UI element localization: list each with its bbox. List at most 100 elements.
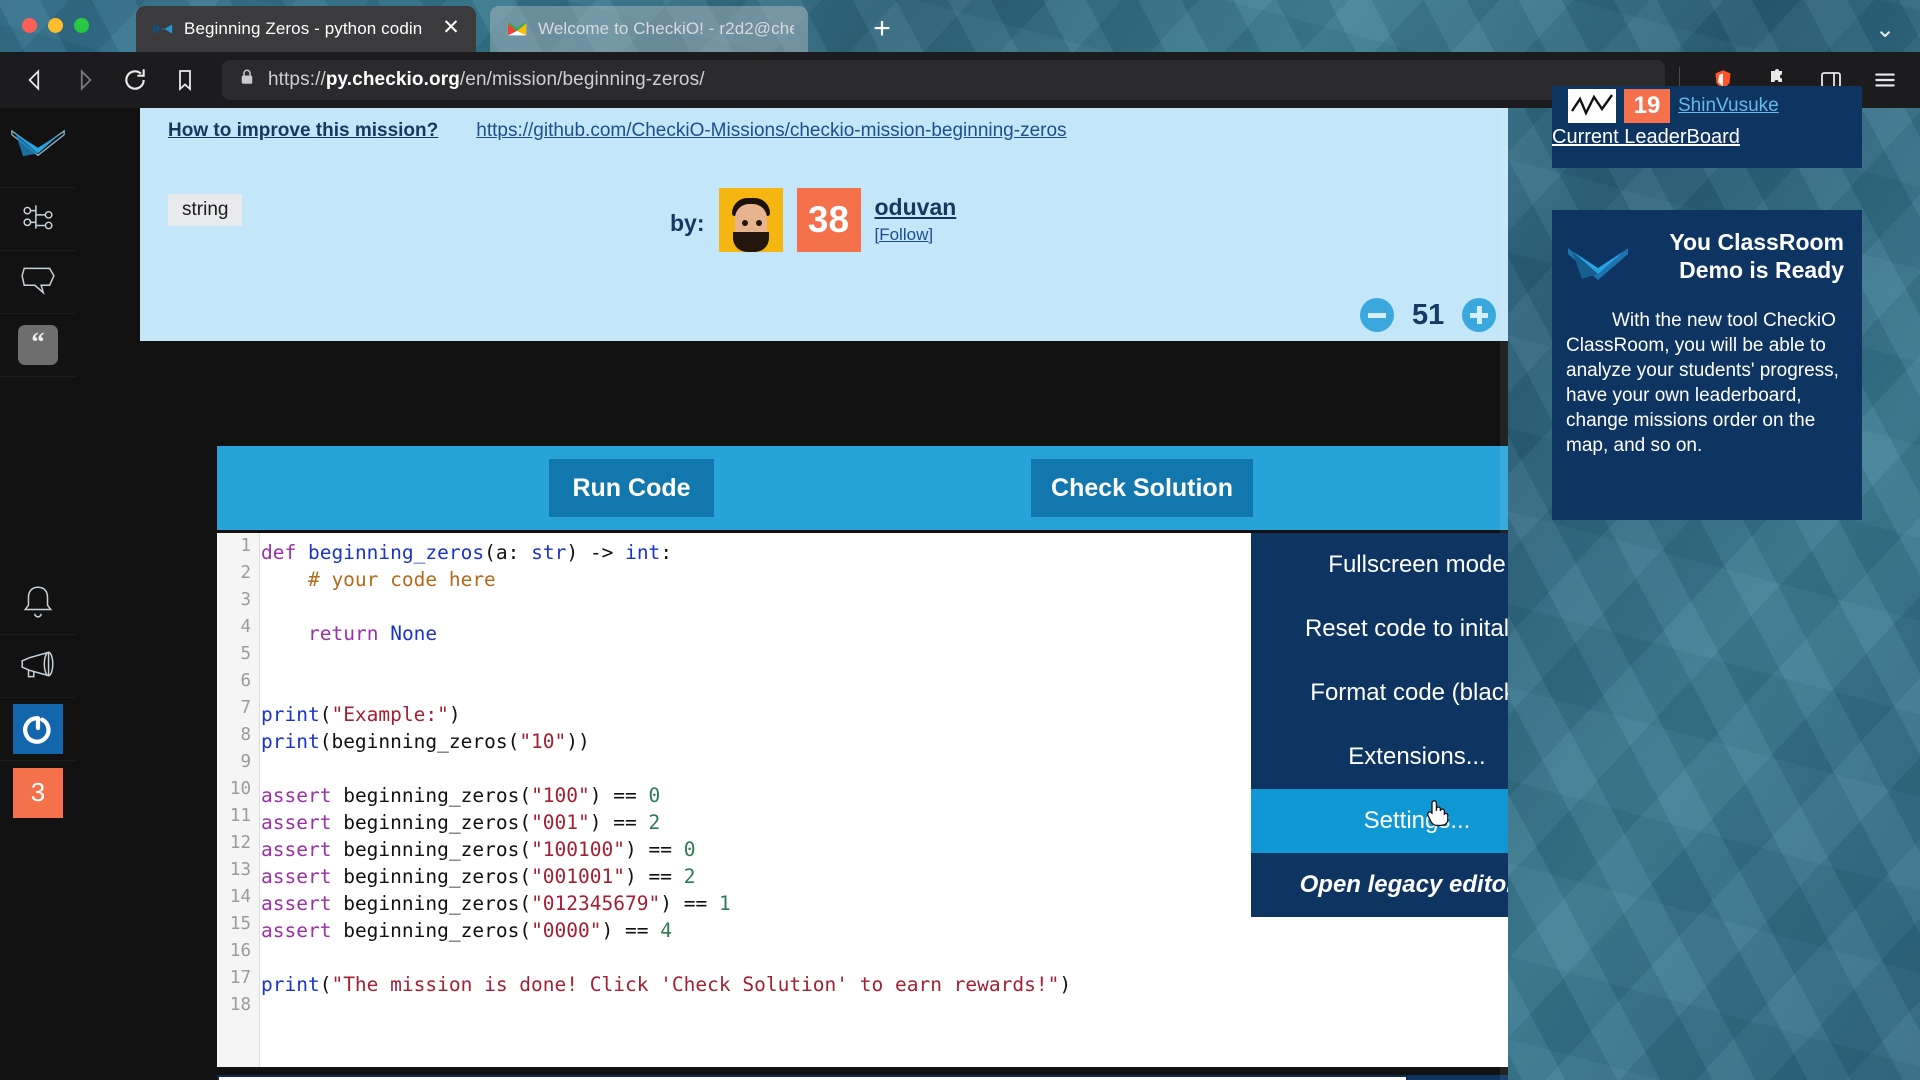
- sidebar-item-power[interactable]: [0, 698, 76, 761]
- sidebar-item-quote[interactable]: “: [0, 314, 76, 377]
- code-line[interactable]: [261, 998, 1508, 1025]
- url-text: https://py.checkio.org/en/mission/beginn…: [268, 69, 705, 90]
- line-number: 8: [240, 725, 251, 745]
- menu-item-5[interactable]: Open legacy editor...: [1251, 853, 1508, 917]
- browser-tab-inactive[interactable]: Welcome to CheckiO! - r2d2@chec: [490, 6, 808, 52]
- maximize-window-button[interactable]: [74, 18, 89, 33]
- vote-count: 51: [1412, 298, 1445, 331]
- address-bar[interactable]: https://py.checkio.org/en/mission/beginn…: [222, 60, 1665, 100]
- mission-header: How to improve this mission? https://git…: [140, 108, 1508, 341]
- improve-mission-link[interactable]: https://github.com/CheckiO-Missions/chec…: [476, 120, 1066, 142]
- run-code-button[interactable]: Run Code: [549, 459, 714, 517]
- browser-tab-active[interactable]: Beginning Zeros - python codin ✕: [136, 6, 476, 52]
- bell-icon: [21, 583, 55, 624]
- author-level-badge: 38: [796, 188, 861, 252]
- new-tab-button[interactable]: +: [866, 14, 898, 46]
- sidebar-item-announcements[interactable]: [0, 635, 76, 698]
- avatar[interactable]: [718, 188, 783, 252]
- gmail-favicon-icon: [506, 18, 528, 40]
- exec-button[interactable]: exec: [1408, 1075, 1496, 1080]
- checkio-logo-icon: [1566, 238, 1630, 298]
- menu-item-2[interactable]: Format code (black): [1251, 661, 1508, 725]
- line-number: 11: [229, 806, 251, 826]
- megaphone-icon: [19, 650, 57, 683]
- checkio-favicon-icon: [152, 18, 174, 40]
- line-number: 13: [229, 860, 251, 880]
- line-number: 10: [229, 779, 251, 799]
- line-chart-icon: [1568, 89, 1616, 123]
- menu-item-1[interactable]: Reset code to inital...: [1251, 597, 1508, 661]
- console-input[interactable]: >>>: [217, 1075, 1408, 1080]
- vote-widget: 51: [1360, 298, 1497, 332]
- tab-title: Welcome to CheckiO! - r2d2@chec: [538, 19, 794, 38]
- menu-item-0[interactable]: Fullscreen mode: [1251, 533, 1508, 597]
- quote-icon: “: [18, 325, 58, 365]
- line-number: 4: [240, 617, 251, 637]
- speech-bubble-icon: [20, 264, 56, 301]
- minimize-window-button[interactable]: [48, 18, 63, 33]
- menu-item-4[interactable]: Settings...: [1251, 789, 1508, 853]
- line-number: 12: [229, 833, 251, 853]
- lock-icon: [238, 68, 256, 92]
- hamburger-menu-icon[interactable]: [1864, 59, 1906, 101]
- code-line[interactable]: assert beginning_zeros("0000") == 4: [261, 917, 1508, 944]
- line-number: 1: [240, 536, 251, 556]
- back-arrow-icon[interactable]: [14, 59, 56, 101]
- code-line[interactable]: print("The mission is done! Click 'Check…: [261, 971, 1508, 998]
- classroom-promo-card[interactable]: You ClassRoom Demo is Ready With the new…: [1552, 210, 1862, 520]
- counter-badge: 3: [13, 767, 63, 818]
- right-rail: 19 ShinVusuke Current LeaderBoard You Cl…: [1508, 86, 1920, 1080]
- line-number: 18: [229, 995, 251, 1015]
- line-number: 2: [240, 563, 251, 583]
- line-number: 3: [240, 590, 251, 610]
- forward-arrow-icon[interactable]: [64, 59, 106, 101]
- power-icon: [13, 704, 63, 754]
- improve-mission-label: How to improve this mission?: [168, 120, 439, 141]
- promo-body: With the new tool CheckiO ClassRoom, you…: [1566, 310, 1839, 457]
- leaderboard-card: 19 ShinVusuke Current LeaderBoard: [1552, 86, 1862, 168]
- checkio-logo-icon: [10, 125, 66, 170]
- sidebar-item-comments[interactable]: [0, 251, 76, 314]
- sidebar-item-notifications[interactable]: [0, 572, 76, 635]
- line-number: 15: [229, 914, 251, 934]
- sidebar-item-tree-structure[interactable]: [0, 188, 76, 251]
- sidebar-item-checkio-logo[interactable]: [0, 108, 76, 188]
- editor-action-bar: Run Code Check Solution ▲: [217, 446, 1508, 530]
- page-viewport: How to improve this mission? https://git…: [76, 108, 1508, 1080]
- vote-down-button[interactable]: [1360, 298, 1394, 332]
- tab-strip: Beginning Zeros - python codin ✕ Welcome…: [0, 0, 1920, 52]
- app-sidebar-dock: “ 3: [0, 108, 76, 1080]
- tab-title: Beginning Zeros - python codin: [184, 19, 423, 38]
- line-number: 16: [229, 941, 251, 961]
- line-number: 9: [240, 752, 251, 772]
- editor-options-menu: Fullscreen mode Reset code to inital... Fo…: [1251, 533, 1508, 917]
- reload-icon[interactable]: [114, 59, 156, 101]
- improve-mission-row: How to improve this mission? https://git…: [168, 120, 1067, 142]
- by-label: by:: [670, 210, 705, 236]
- code-line[interactable]: [261, 944, 1508, 971]
- line-number: 14: [229, 887, 251, 907]
- mission-author-block: by: 38 oduvan [Follow]: [670, 188, 956, 252]
- close-tab-button[interactable]: ✕: [440, 17, 462, 40]
- line-number: 7: [240, 698, 251, 718]
- check-solution-button[interactable]: Check Solution: [1031, 459, 1253, 517]
- leaderboard-username-link[interactable]: ShinVusuke: [1678, 95, 1779, 117]
- sidebar-item-counter[interactable]: 3: [0, 761, 76, 824]
- close-window-button[interactable]: [22, 18, 37, 33]
- author-name-link[interactable]: oduvan: [875, 194, 957, 221]
- menu-item-3[interactable]: Extensions...: [1251, 725, 1508, 789]
- line-number-gutter: 1 2 3 4 5 6 7 8 9 10 11 12 13 14 15 16 17 18: [217, 533, 260, 1067]
- line-number: 5: [240, 644, 251, 664]
- console-bar: >>> exec show: [217, 1075, 1508, 1080]
- bookmark-icon[interactable]: [164, 59, 206, 101]
- mission-tag[interactable]: string: [168, 194, 243, 226]
- follow-link[interactable]: [Follow]: [875, 225, 957, 245]
- author-names: oduvan [Follow]: [875, 188, 957, 245]
- promo-title: You ClassRoom Demo is Ready: [1669, 229, 1844, 284]
- vote-up-button[interactable]: [1462, 298, 1497, 332]
- chevron-down-icon[interactable]: ⌄: [1868, 14, 1902, 48]
- promo-header: You ClassRoom Demo is Ready: [1566, 224, 1844, 298]
- line-number: 17: [229, 968, 251, 988]
- tree-structure-icon: [21, 200, 55, 239]
